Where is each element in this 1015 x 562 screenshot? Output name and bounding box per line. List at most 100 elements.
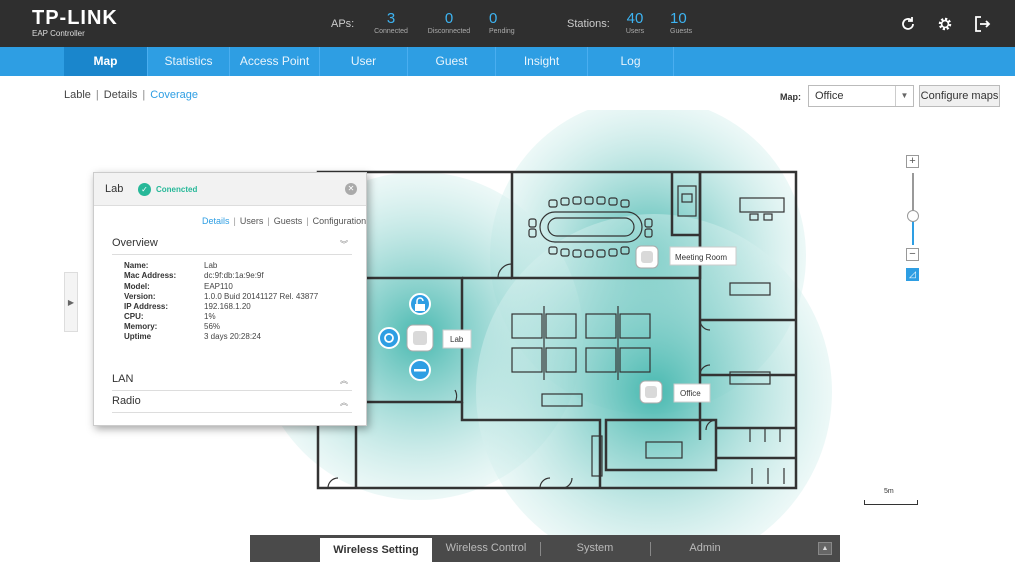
nav-insight[interactable]: Insight [496,47,588,76]
collapse-icon[interactable]: ▲ [818,542,832,555]
overview-section-header[interactable]: Overview ︾ [112,237,352,255]
nav-statistics[interactable]: Statistics [148,47,230,76]
field-uptime-key: Uptime [124,332,152,341]
chevron-up-icon: ︽ [340,398,348,407]
tab-details[interactable]: Details [104,89,138,101]
nav-access-point[interactable]: Access Point [230,47,320,76]
ap-lab[interactable] [406,324,434,352]
field-model-value: EAP110 [204,282,233,291]
field-mac-key: Mac Address: [124,271,177,280]
brand-subtitle: EAP Controller [32,29,85,38]
main-nav: Map Statistics Access Point User Guest I… [0,47,1015,76]
radio-title: Radio [112,395,141,407]
logo: TP-LINK EAP Controller [32,8,118,38]
check-icon: ✓ [138,183,151,196]
tab-admin[interactable]: Admin [670,535,740,562]
coverage-toggle-icon[interactable]: ◿ [906,268,919,281]
panel-tab-users[interactable]: Users [240,216,264,226]
stat-disconnected[interactable]: 0 Disconnected [424,11,474,35]
ap-detail-panel: Lab ✓ Conencted ✕ Details | Users | Guests | C… [93,172,367,426]
expand-panel-handle[interactable]: ▶ [64,272,78,332]
stat-connected[interactable]: 3 Connected [366,11,416,35]
field-mac-value: dc:9f:db:1a:9e:9f [204,271,264,280]
field-cpu-value: 1% [204,312,216,321]
map-select[interactable]: Office ▼ [808,85,914,107]
panel-tab-guests[interactable]: Guests [274,216,303,226]
stat-pending[interactable]: 0 Pending [489,11,523,35]
field-version-value: 1.0.0 Buid 20141127 Rel. 43877 [204,292,319,301]
stat-pending-value: 0 [489,10,498,27]
configure-maps-button[interactable]: Configure maps [919,85,1000,107]
locate-icon[interactable] [378,327,400,349]
ap-label-meeting-room-text: Meeting Room [675,253,727,262]
refresh-icon[interactable] [897,13,919,35]
ap-label-office: Office [673,383,711,403]
radio-section-header[interactable]: Radio ︽ [112,395,352,413]
logout-icon[interactable] [971,13,993,35]
panel-title: Lab [105,183,124,195]
remove-icon[interactable] [409,359,431,381]
chevron-right-icon: ▶ [67,297,75,307]
map-label: Map: [780,92,801,102]
stat-pending-label: Pending [489,28,515,35]
tab-wireless-control[interactable]: Wireless Control [440,535,532,562]
ap-label-office-text: Office [680,389,701,398]
stat-guests-value: 10 [670,10,687,27]
stations-label: Stations: [567,18,610,30]
field-memory-key: Memory: [124,322,158,331]
unlock-icon[interactable] [409,293,431,315]
field-version-key: Version: [124,292,156,301]
nav-user[interactable]: User [320,47,408,76]
nav-log[interactable]: Log [588,47,674,76]
zoom-slider[interactable] [912,173,914,245]
field-name-value: Lab [204,261,218,270]
panel-tab-details[interactable]: Details [202,216,230,226]
tab-coverage[interactable]: Coverage [150,89,198,101]
nav-guest[interactable]: Guest [408,47,496,76]
ap-office[interactable] [639,380,663,404]
zoom-in-button[interactable]: + [906,155,919,168]
overview-title: Overview [112,237,158,249]
stat-connected-value: 3 [386,10,396,27]
close-icon[interactable]: ✕ [345,183,357,195]
stat-users-label: Users [625,28,645,35]
map-scale: 5m [864,488,918,508]
view-tabs: Lable | Details | Coverage [64,89,198,101]
zoom-slider-handle[interactable] [907,210,919,222]
field-ip-value: 192.168.1.20 [204,302,251,311]
panel-tabs: Details | Users | Guests | Configuration [202,216,367,226]
ap-label-lab: Lab [442,329,472,349]
connection-status: Conencted [156,185,198,194]
tab-system[interactable]: System [560,535,630,562]
stat-disconnected-value: 0 [444,10,454,27]
stat-users[interactable]: 40 Users [618,11,652,35]
ap-meeting-room[interactable] [635,245,659,269]
aps-label: APs: [331,18,355,30]
zoom-out-button[interactable]: − [906,248,919,261]
field-memory-value: 56% [204,322,221,331]
zoom-control: + − ◿ [906,155,919,281]
field-model-key: Model: [124,282,150,291]
stat-disconnected-label: Disconnected [427,28,471,35]
bottom-tab-bar: Wireless Setting Wireless Control System… [250,535,840,562]
chevron-up-icon: ︽ [340,376,348,385]
panel-header: Lab ✓ Conencted ✕ [94,173,366,206]
tab-lable[interactable]: Lable [64,89,91,101]
nav-map[interactable]: Map [64,47,148,76]
lan-section-header[interactable]: LAN ︽ [112,373,352,391]
lan-title: LAN [112,373,134,385]
top-bar: TP-LINK EAP Controller APs: 3 Connected … [0,0,1015,47]
scale-label: 5m [884,488,894,495]
brand-name: TP-LINK [32,7,118,29]
settings-icon[interactable] [934,13,956,35]
ap-label-meeting-room: Meeting Room [669,246,737,266]
field-ip-key: IP Address: [124,302,169,311]
tab-wireless-setting[interactable]: Wireless Setting [320,538,432,562]
stat-guests[interactable]: 10 Guests [670,11,700,35]
chevron-down-icon: ▼ [895,86,913,106]
panel-tab-configuration[interactable]: Configuration [313,216,367,226]
stat-connected-label: Connected [374,28,408,35]
stat-users-value: 40 [626,10,644,27]
field-cpu-key: CPU: [124,312,144,321]
ap-label-lab-text: Lab [450,335,464,344]
